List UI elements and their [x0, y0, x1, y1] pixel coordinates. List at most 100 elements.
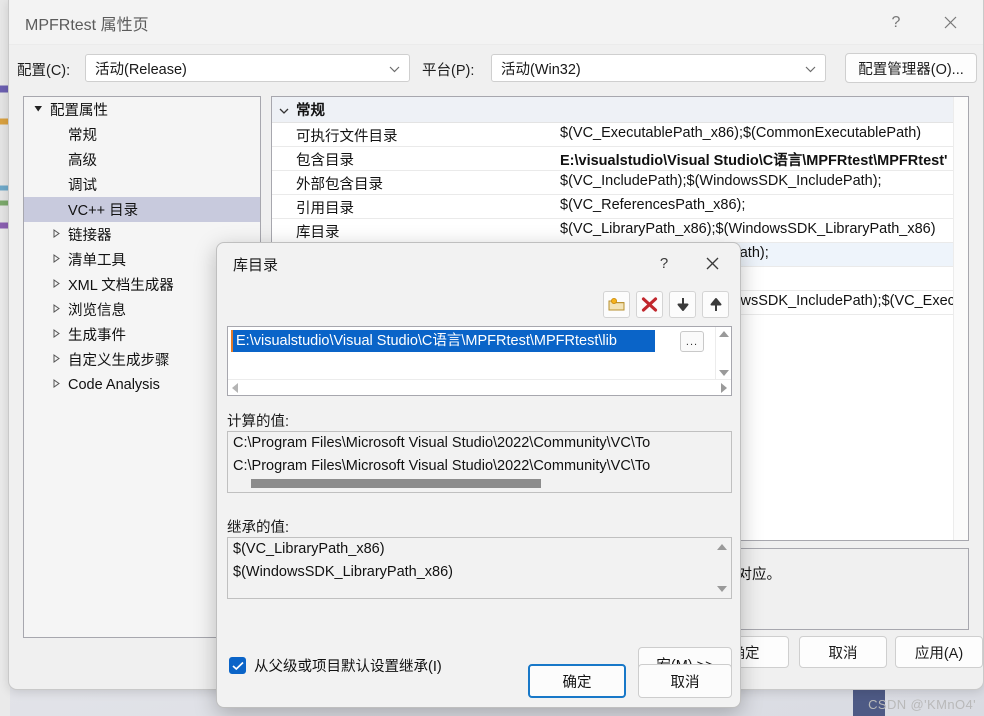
config-manager-button[interactable]: 配置管理器(O)...	[845, 53, 977, 83]
config-select[interactable]: 活动(Release)	[85, 54, 410, 82]
directory-entry-selected[interactable]: E:\visualstudio\Visual Studio\C语言\MPFRte…	[231, 330, 655, 352]
delete-line-button[interactable]	[636, 291, 663, 318]
inherit-checkbox[interactable]	[229, 657, 246, 674]
browse-button[interactable]: ...	[680, 331, 704, 352]
checkmark-icon	[231, 661, 244, 670]
tree-item-2[interactable]: 高级	[24, 147, 260, 172]
tree-item-label: VC++ 目录	[68, 203, 139, 219]
property-row[interactable]: 包含目录 E:\visualstudio\Visual Studio\C语言\MP…	[272, 147, 968, 171]
property-name: 可执行文件目录	[296, 129, 398, 145]
tree-item-1[interactable]: 常规	[24, 122, 260, 147]
watermark: CSDN @'KMnO4'	[868, 697, 976, 712]
window-titlebar: MPFRtest 属性页 ?	[9, 0, 983, 45]
scroll-down-icon[interactable]	[718, 370, 729, 376]
property-value[interactable]: E:\visualstudio\Visual Studio\C语言\MPFRte…	[560, 149, 968, 170]
scroll-down-icon[interactable]	[717, 586, 727, 592]
property-name: 包含目录	[296, 153, 354, 169]
scroll-up-icon[interactable]	[717, 544, 727, 550]
tree-item-label: Code Analysis	[68, 376, 160, 393]
move-down-button[interactable]	[669, 291, 696, 318]
tree-item-3[interactable]: 调试	[24, 172, 260, 197]
evaluated-hscrollbar[interactable]	[229, 479, 730, 488]
tree-item-0[interactable]: 配置属性	[24, 97, 260, 122]
dialog-titlebar: 库目录 ?	[217, 243, 740, 283]
tree-item-label: XML 文档生成器	[68, 278, 174, 294]
tree-item-label: 高级	[68, 153, 97, 169]
help-button[interactable]: ?	[873, 0, 919, 45]
question-mark-icon: ?	[891, 13, 901, 31]
triangle-down-icon[interactable]	[30, 104, 46, 116]
inherit-checkbox-label: 从父级或项目默认设置继承(I)	[254, 659, 442, 675]
configuration-bar: 配置(C): 活动(Release) 平台(P): 活动(Win32) 配置管理…	[9, 46, 983, 92]
property-row[interactable]: 外部包含目录 $(VC_IncludePath);$(WindowsSDK_Inc…	[272, 171, 968, 195]
property-value[interactable]: $(VC_IncludePath);$(WindowsSDK_IncludePa…	[560, 173, 968, 189]
dialog-cancel-button[interactable]: 取消	[638, 664, 732, 698]
dialog-ok-button[interactable]: 确定	[528, 664, 626, 698]
triangle-right-icon[interactable]	[48, 253, 64, 266]
listbox-horizontal-scrollbar[interactable]	[228, 379, 731, 395]
chevron-down-icon	[389, 55, 400, 83]
red-x-icon	[641, 297, 658, 312]
inherited-value-label: 继承的值:	[227, 520, 290, 536]
tree-item-4[interactable]: VC++ 目录	[24, 197, 260, 222]
tree-item-label: 清单工具	[68, 253, 126, 269]
evaluated-hscroll-thumb[interactable]	[251, 479, 541, 488]
tree-item-label: 常规	[68, 128, 97, 144]
tree-item-label: 链接器	[68, 228, 112, 244]
property-group-header[interactable]: 常规	[272, 97, 968, 123]
property-name: 库目录	[296, 225, 340, 241]
platform-select-value: 活动(Win32)	[501, 61, 581, 78]
screen-root: MPFRtest 属性页 ? 配置(C): 活动(Release) 平台(P):	[0, 0, 984, 716]
tree-item-label: 浏览信息	[68, 303, 126, 319]
property-row[interactable]: 库目录 $(VC_LibraryPath_x86);$(WindowsSDK_Li…	[272, 219, 968, 243]
question-mark-icon: ?	[659, 254, 669, 272]
triangle-right-icon[interactable]	[48, 228, 64, 241]
triangle-right-icon[interactable]	[48, 378, 64, 391]
close-button[interactable]	[927, 0, 973, 45]
new-folder-icon	[608, 298, 625, 311]
property-grid-scrollbar[interactable]	[953, 97, 968, 540]
new-line-button[interactable]	[603, 291, 630, 318]
inherited-value-line: $(VC_LibraryPath_x86)	[233, 541, 385, 557]
move-up-button[interactable]	[702, 291, 729, 318]
tree-item-label: 配置属性	[50, 103, 108, 119]
scroll-left-icon[interactable]	[232, 382, 238, 393]
triangle-right-icon[interactable]	[48, 328, 64, 341]
property-value[interactable]: $(VC_ExecutablePath_x86);$(CommonExecuta…	[560, 125, 968, 141]
config-select-value: 活动(Release)	[95, 61, 187, 78]
tree-item-label: 自定义生成步骤	[68, 353, 170, 369]
scroll-up-icon[interactable]	[718, 331, 729, 337]
inherited-value-box: $(VC_LibraryPath_x86) $(WindowsSDK_Librar…	[227, 537, 732, 599]
inherited-value-lines: $(VC_LibraryPath_x86) $(WindowsSDK_Librar…	[228, 538, 731, 584]
inherited-vertical-scrollbar[interactable]	[714, 539, 730, 597]
property-row[interactable]: 引用目录 $(VC_ReferencesPath_x86);	[272, 195, 968, 219]
evaluated-value-box: C:\Program Files\Microsoft Visual Studio…	[227, 431, 732, 493]
triangle-right-icon[interactable]	[48, 303, 64, 316]
arrow-down-icon	[677, 297, 688, 311]
dialog-close-button[interactable]	[692, 243, 732, 283]
evaluated-value-line: C:\Program Files\Microsoft Visual Studio…	[233, 458, 651, 474]
property-group-label: 常规	[296, 103, 325, 119]
window-cancel-button[interactable]: 取消	[799, 636, 887, 668]
triangle-right-icon[interactable]	[48, 278, 64, 291]
tree-item-label: 调试	[68, 178, 97, 194]
scroll-right-icon[interactable]	[721, 382, 727, 393]
chevron-down-icon	[272, 103, 296, 117]
property-value[interactable]: $(VC_ReferencesPath_x86);	[560, 197, 968, 213]
listbox-vertical-scrollbar[interactable]	[715, 327, 731, 380]
window-apply-button[interactable]: 应用(A)	[895, 636, 983, 668]
config-label: 配置(C):	[17, 63, 71, 79]
window-title: MPFRtest 属性页	[25, 17, 149, 34]
property-row[interactable]: 可执行文件目录 $(VC_ExecutablePath_x86);$(Common…	[272, 123, 968, 147]
evaluated-value-label: 计算的值:	[227, 414, 290, 430]
platform-select[interactable]: 活动(Win32)	[491, 54, 826, 82]
property-name: 引用目录	[296, 201, 354, 217]
chevron-down-icon	[805, 55, 816, 83]
inherited-value-line: $(WindowsSDK_LibraryPath_x86)	[233, 564, 454, 580]
property-value[interactable]: $(VC_LibraryPath_x86);$(WindowsSDK_Libra…	[560, 221, 968, 237]
inherit-checkbox-row[interactable]: 从父级或项目默认设置继承(I)	[229, 655, 442, 676]
evaluated-value-line: C:\Program Files\Microsoft Visual Studio…	[233, 435, 651, 451]
dialog-help-button[interactable]: ?	[644, 243, 684, 283]
directories-listbox[interactable]: E:\visualstudio\Visual Studio\C语言\MPFRte…	[227, 326, 732, 396]
triangle-right-icon[interactable]	[48, 353, 64, 366]
